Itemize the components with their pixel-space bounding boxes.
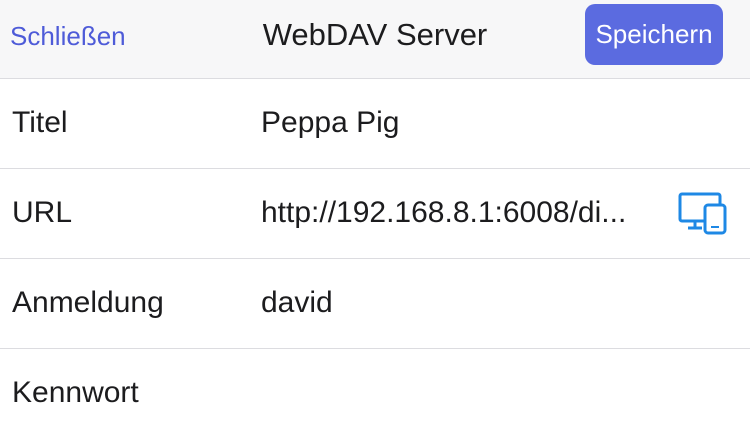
save-button[interactable]: Speichern [585,4,723,65]
title-label: Titel [12,106,68,139]
login-field[interactable]: david [261,285,333,321]
navigation-bar: Schließen WebDAV Server Speichern [0,0,750,79]
login-row[interactable]: Anmeldung david [0,259,750,349]
close-button[interactable]: Schließen [10,18,126,54]
url-label: URL [12,196,73,229]
url-row[interactable]: URL http://192.168.8.1:6008/di... [0,169,750,259]
url-field[interactable]: http://192.168.8.1:6008/di... [261,195,626,231]
password-label: Kennwort [12,376,139,409]
title-row[interactable]: Titel Peppa Pig [0,79,750,169]
devices-icon[interactable] [678,191,728,235]
server-form: Titel Peppa Pig URL http://192.168.8.1:6… [0,79,750,438]
login-label: Anmeldung [12,286,164,319]
title-field[interactable]: Peppa Pig [261,105,399,141]
password-row[interactable]: Kennwort [0,349,750,438]
